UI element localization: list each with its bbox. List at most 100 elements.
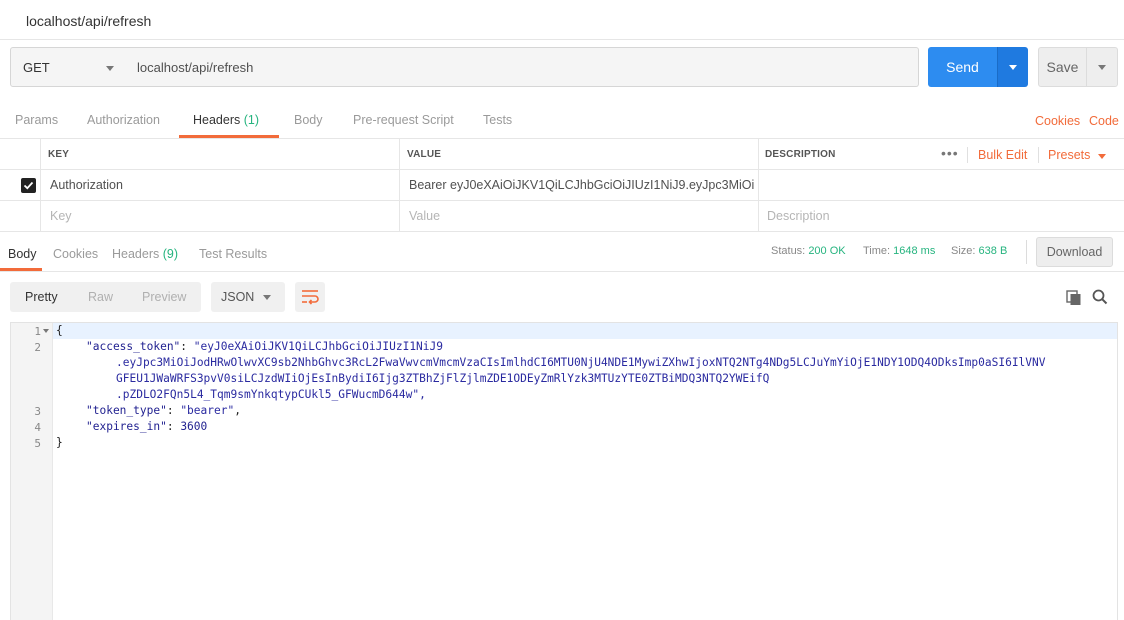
- tab-test-results[interactable]: Test Results: [199, 247, 267, 261]
- pretty-button[interactable]: Pretty: [25, 290, 58, 304]
- request-tabs: Params Authorization Headers (1) Body Pr…: [0, 98, 1124, 139]
- chevron-down-icon: [106, 66, 114, 71]
- value-placeholder: Value: [409, 209, 441, 223]
- header-key-cell[interactable]: Authorization: [41, 170, 400, 200]
- tab-params[interactable]: Params: [15, 113, 58, 127]
- tab-response-headers[interactable]: Headers (9): [112, 247, 178, 261]
- code-line: GFEU1JWaWRFS3pvV0siLCJzdWIiOjEsInBydiI6I…: [116, 372, 770, 385]
- code-line: "access_token": "eyJ0eXAiOiJKV1QiLCJhbGc…: [86, 340, 443, 353]
- chevron-down-icon: [263, 295, 271, 300]
- save-button[interactable]: Save: [1038, 47, 1087, 87]
- key-placeholder: Key: [50, 209, 72, 223]
- header-key: Authorization: [50, 178, 123, 192]
- line-number: 1: [34, 325, 41, 338]
- header-value: Bearer eyJ0eXAiOiJKV1QiLCJhbGciOiJIUzI1N…: [409, 178, 754, 192]
- line-number: 3: [34, 405, 41, 418]
- json-string: "bearer": [180, 404, 235, 417]
- response-headers-count: (9): [162, 247, 179, 261]
- bulk-edit-link[interactable]: Bulk Edit: [978, 148, 1027, 162]
- method-label: GET: [23, 60, 50, 75]
- tab-title-bar: localhost/api/refresh: [0, 0, 1124, 40]
- json-key: "access_token": [86, 340, 181, 353]
- code-line: }: [56, 436, 63, 449]
- time-indicator: Time: 1648 ms: [863, 245, 936, 257]
- format-select[interactable]: JSON: [211, 282, 285, 312]
- new-value-field[interactable]: Value: [400, 201, 759, 231]
- search-icon[interactable]: [1092, 289, 1108, 305]
- method-select[interactable]: GET: [10, 47, 126, 87]
- tab-headers[interactable]: Headers (1): [193, 113, 259, 127]
- new-description-field[interactable]: Description: [759, 201, 1124, 231]
- code-line: .pZDLO2FQn5L4_Tqm9smYnkqtypCUkl5_GFWucmD…: [116, 388, 426, 401]
- tab-response-body[interactable]: Body: [8, 247, 37, 261]
- response-tabs: Body Cookies Headers (9) Test Results St…: [0, 231, 1124, 272]
- fold-caret-icon[interactable]: [43, 329, 49, 333]
- format-label: JSON: [221, 290, 255, 304]
- send-options-button[interactable]: [997, 47, 1028, 87]
- size-value: 638 B: [978, 245, 1008, 257]
- line-number: 5: [34, 437, 41, 450]
- wrap-lines-button[interactable]: [295, 282, 325, 312]
- column-header-key: KEY: [48, 149, 70, 160]
- headers-table: KEY VALUE DESCRIPTION ••• Bulk Edit Pres…: [0, 139, 1124, 232]
- status-indicator: Status: 200 OK: [771, 245, 846, 257]
- response-toolbar: Pretty Raw Preview JSON: [0, 272, 1124, 322]
- checkmark-icon: [23, 181, 34, 190]
- line-number: 4: [34, 421, 41, 434]
- description-placeholder: Description: [767, 209, 830, 223]
- code-link[interactable]: Code: [1089, 114, 1119, 128]
- chevron-down-icon: [1098, 65, 1106, 70]
- request-tab-title[interactable]: localhost/api/refresh: [26, 13, 151, 29]
- chevron-down-icon: [1098, 154, 1106, 159]
- raw-button[interactable]: Raw: [88, 290, 113, 304]
- active-line-highlight: [11, 323, 1117, 339]
- request-url-bar: GET Send Save: [0, 40, 1124, 98]
- headers-table-header: KEY VALUE DESCRIPTION ••• Bulk Edit Pres…: [0, 139, 1124, 170]
- preview-button[interactable]: Preview: [142, 290, 186, 304]
- tab-headers-label: Headers: [193, 113, 241, 127]
- divider: [1026, 240, 1027, 264]
- code-line: "expires_in": 3600: [86, 420, 208, 433]
- column-header-description: DESCRIPTION: [765, 149, 836, 160]
- wrap-lines-icon: [302, 290, 319, 305]
- tab-response-cookies[interactable]: Cookies: [53, 247, 98, 261]
- time-value: 1648 ms: [893, 245, 936, 257]
- tab-tests[interactable]: Tests: [483, 113, 512, 127]
- table-row-new: Key Value Description: [0, 201, 1124, 232]
- send-button[interactable]: Send: [928, 47, 997, 87]
- presets-dropdown[interactable]: Presets: [1048, 148, 1106, 162]
- code-line: "token_type": "bearer",: [86, 404, 241, 417]
- json-number: 3600: [180, 420, 208, 433]
- active-tab-indicator: [179, 135, 279, 138]
- chevron-down-icon: [1009, 65, 1017, 70]
- json-string: "eyJ0eXAiOiJKV1QiLCJhbGciOiJIUzI1NiJ9: [193, 340, 443, 353]
- tab-authorization[interactable]: Authorization: [87, 113, 160, 127]
- url-input[interactable]: [125, 47, 919, 87]
- code-line: {: [56, 324, 63, 337]
- tab-response-headers-label: Headers: [112, 247, 160, 261]
- more-options-icon[interactable]: •••: [941, 145, 959, 161]
- code-line: .eyJpc3MiOiJodHRwOlwvXC9sb2NhbGhvc3RcL2F…: [116, 356, 1046, 369]
- response-body-editor[interactable]: 1 2 3 4 5 { "access_token": "eyJ0eXAiOiJ…: [10, 322, 1118, 620]
- copy-icon[interactable]: [1066, 290, 1082, 306]
- line-number: 2: [34, 341, 41, 354]
- view-mode-group: Pretty Raw Preview: [10, 282, 201, 312]
- json-key: "expires_in": [86, 420, 167, 433]
- new-key-field[interactable]: Key: [41, 201, 400, 231]
- tab-pre-request-script[interactable]: Pre-request Script: [353, 113, 454, 127]
- download-button[interactable]: Download: [1036, 237, 1113, 267]
- column-header-value: VALUE: [407, 149, 442, 160]
- line-number-gutter: 1 2 3 4 5: [11, 323, 53, 620]
- header-enabled-checkbox[interactable]: [21, 178, 36, 193]
- cookies-link[interactable]: Cookies: [1035, 114, 1080, 128]
- size-indicator: Size: 638 B: [951, 245, 1008, 257]
- presets-label: Presets: [1048, 148, 1091, 162]
- header-value-cell[interactable]: Bearer eyJ0eXAiOiJKV1QiLCJhbGciOiJIUzI1N…: [400, 170, 759, 200]
- header-description-cell[interactable]: [759, 170, 1124, 200]
- table-row: Authorization Bearer eyJ0eXAiOiJKV1QiLCJ…: [0, 170, 1124, 201]
- save-options-button[interactable]: [1086, 47, 1118, 87]
- headers-count: (1): [243, 113, 260, 127]
- tab-body[interactable]: Body: [294, 113, 323, 127]
- active-tab-indicator: [0, 268, 42, 271]
- status-value: 200 OK: [808, 245, 846, 257]
